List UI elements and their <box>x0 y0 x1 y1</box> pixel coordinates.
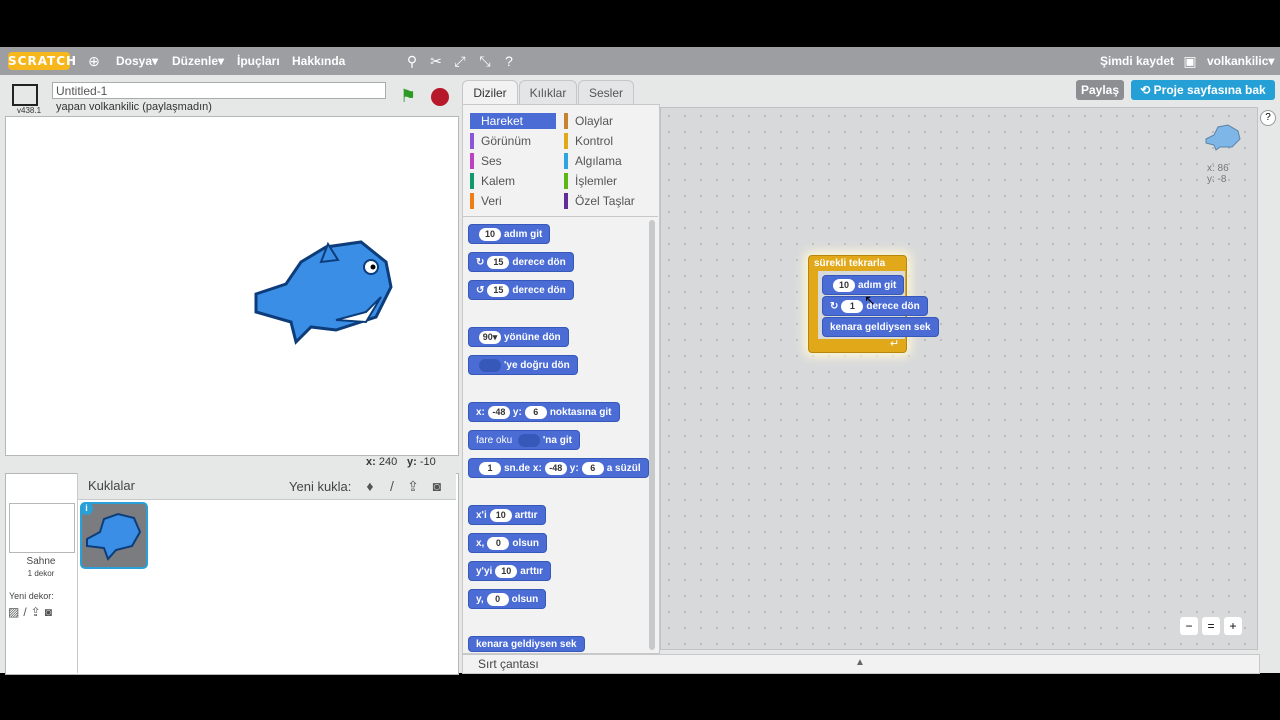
mouse-cursor-icon: ↖ <box>864 292 876 308</box>
project-title-input[interactable]: Untitled-1 <box>52 82 386 99</box>
help-icon[interactable]: ? <box>501 52 517 70</box>
tab-costumes[interactable]: Kılıklar <box>519 80 577 105</box>
block-point-direction[interactable]: 90▾ yönüne dön <box>468 327 569 347</box>
stage-backdrop-count: 1 dekor <box>27 569 55 578</box>
block-go-to[interactable]: fare oku 'na git <box>468 430 580 450</box>
category-events[interactable]: Olaylar <box>564 113 654 129</box>
backpack-label: Sırt çantası <box>478 657 539 671</box>
share-button[interactable]: Paylaş <box>1076 80 1124 100</box>
camera-sprite-icon[interactable]: ◙ <box>429 477 445 495</box>
block-bounce[interactable]: kenara geldiysen sek <box>468 636 585 652</box>
category-pen[interactable]: Kalem <box>470 173 556 189</box>
loop-arrow-icon: ↵ <box>890 338 900 350</box>
block-glide[interactable]: 1 sn.de x: -48 y: 6 a süzül <box>468 458 649 478</box>
block-point-towards[interactable]: 'ye doğru dön <box>468 355 578 375</box>
paint-sprite-icon[interactable]: / <box>384 477 400 495</box>
block-move[interactable]: 10 adım git <box>468 224 551 244</box>
sprite-info-icon[interactable]: i <box>80 502 93 515</box>
palette-divider <box>462 216 658 217</box>
backdrop-tools-icons[interactable]: ▨/⇪◙ <box>8 605 56 619</box>
category-sound[interactable]: Ses <box>470 153 556 169</box>
menu-edit[interactable]: Düzenle▾ <box>172 47 224 75</box>
category-motion[interactable]: Hareket <box>470 113 556 129</box>
user-menu[interactable]: volkankilic▾ <box>1207 47 1274 75</box>
project-page-button[interactable]: ⟲ Proje sayfasına bak <box>1131 80 1275 100</box>
palette-scrollbar[interactable] <box>649 220 655 650</box>
block-go-to-xy[interactable]: x: -48 y: 6 noktasına git <box>468 402 620 422</box>
menu-about[interactable]: Hakkında <box>292 47 345 75</box>
category-operators[interactable]: İşlemler <box>564 173 654 189</box>
grow-icon[interactable]: ⤢ <box>452 52 468 70</box>
script-bounce-block[interactable]: kenara geldiysen sek <box>822 317 939 337</box>
fullscreen-icon[interactable] <box>12 84 38 106</box>
category-sensing[interactable]: Algılama <box>564 153 654 169</box>
folder-icon[interactable]: ▣ <box>1182 52 1198 70</box>
stage-thumbnail[interactable] <box>9 503 75 553</box>
zoom-reset-icon[interactable]: = <box>1202 617 1220 635</box>
category-data[interactable]: Veri <box>470 193 556 209</box>
stage[interactable] <box>5 116 459 456</box>
forever-label: sürekli tekrarla <box>814 258 886 269</box>
sprites-divider <box>77 473 78 673</box>
new-sprite-label: Yeni kukla: <box>289 479 352 494</box>
sprites-title: Kuklalar <box>88 478 135 493</box>
tab-sounds[interactable]: Sesler <box>578 80 634 105</box>
menu-file[interactable]: Dosya▾ <box>116 47 158 75</box>
tab-scripts[interactable]: Diziler <box>462 80 518 105</box>
shark-sprite[interactable] <box>6 117 458 455</box>
stage-label: Sahne <box>26 556 56 567</box>
sprite-thumbnail-icon <box>1204 123 1242 151</box>
zoom-in-icon[interactable]: + <box>1224 617 1242 635</box>
block-change-y[interactable]: y'yi 10 arttır <box>468 561 552 581</box>
zoom-out-icon[interactable]: − <box>1180 617 1198 635</box>
shrink-icon[interactable]: ⤡ <box>477 52 493 70</box>
scratch-logo[interactable]: SCRATCH <box>8 52 76 70</box>
category-column-left: Hareket Görünüm Ses Kalem Veri <box>470 113 556 209</box>
duplicate-icon[interactable]: ⚲ <box>404 52 420 70</box>
block-turn-right[interactable]: ↻ 15 derece dön <box>468 252 574 272</box>
category-column-right: Olaylar Kontrol Algılama İşlemler Özel T… <box>564 113 654 209</box>
info-icon[interactable]: ? <box>1260 110 1276 126</box>
new-backdrop-label: Yeni dekor: <box>9 591 54 601</box>
coord-x: x: 240 <box>366 456 398 468</box>
version-label: v438.1 <box>17 106 42 115</box>
project-author: yapan volkankilic (paylaşmadın) <box>56 101 212 113</box>
language-globe-icon[interactable]: ⊕ <box>86 52 102 70</box>
block-change-x[interactable]: x'i 10 arttır <box>468 505 546 525</box>
green-flag-icon[interactable]: ⚑ <box>400 86 416 107</box>
backpack-toggle-icon[interactable]: ▲ <box>855 657 865 668</box>
save-now-link[interactable]: Şimdi kaydet <box>1100 47 1174 75</box>
sprite-coordinates: x: 86 y: -8 <box>1207 163 1229 185</box>
menu-tips[interactable]: İpuçları <box>237 47 280 75</box>
upload-sprite-icon[interactable]: ⇪ <box>405 477 421 495</box>
globe-icon: ⟲ <box>1140 83 1154 97</box>
block-set-y[interactable]: y, 0 olsun <box>468 589 547 609</box>
block-set-x[interactable]: x, 0 olsun <box>468 533 548 553</box>
block-turn-left[interactable]: ↺ 15 derece dön <box>468 280 574 300</box>
script-area[interactable] <box>660 107 1258 650</box>
category-control[interactable]: Kontrol <box>564 133 654 149</box>
coord-y: y: -10 <box>407 456 436 468</box>
category-more-blocks[interactable]: Özel Taşlar <box>564 193 654 209</box>
delete-icon[interactable]: ✂ <box>428 52 444 70</box>
choose-sprite-icon[interactable]: ♦ <box>362 477 378 495</box>
category-looks[interactable]: Görünüm <box>470 133 556 149</box>
stop-icon[interactable] <box>431 88 449 106</box>
